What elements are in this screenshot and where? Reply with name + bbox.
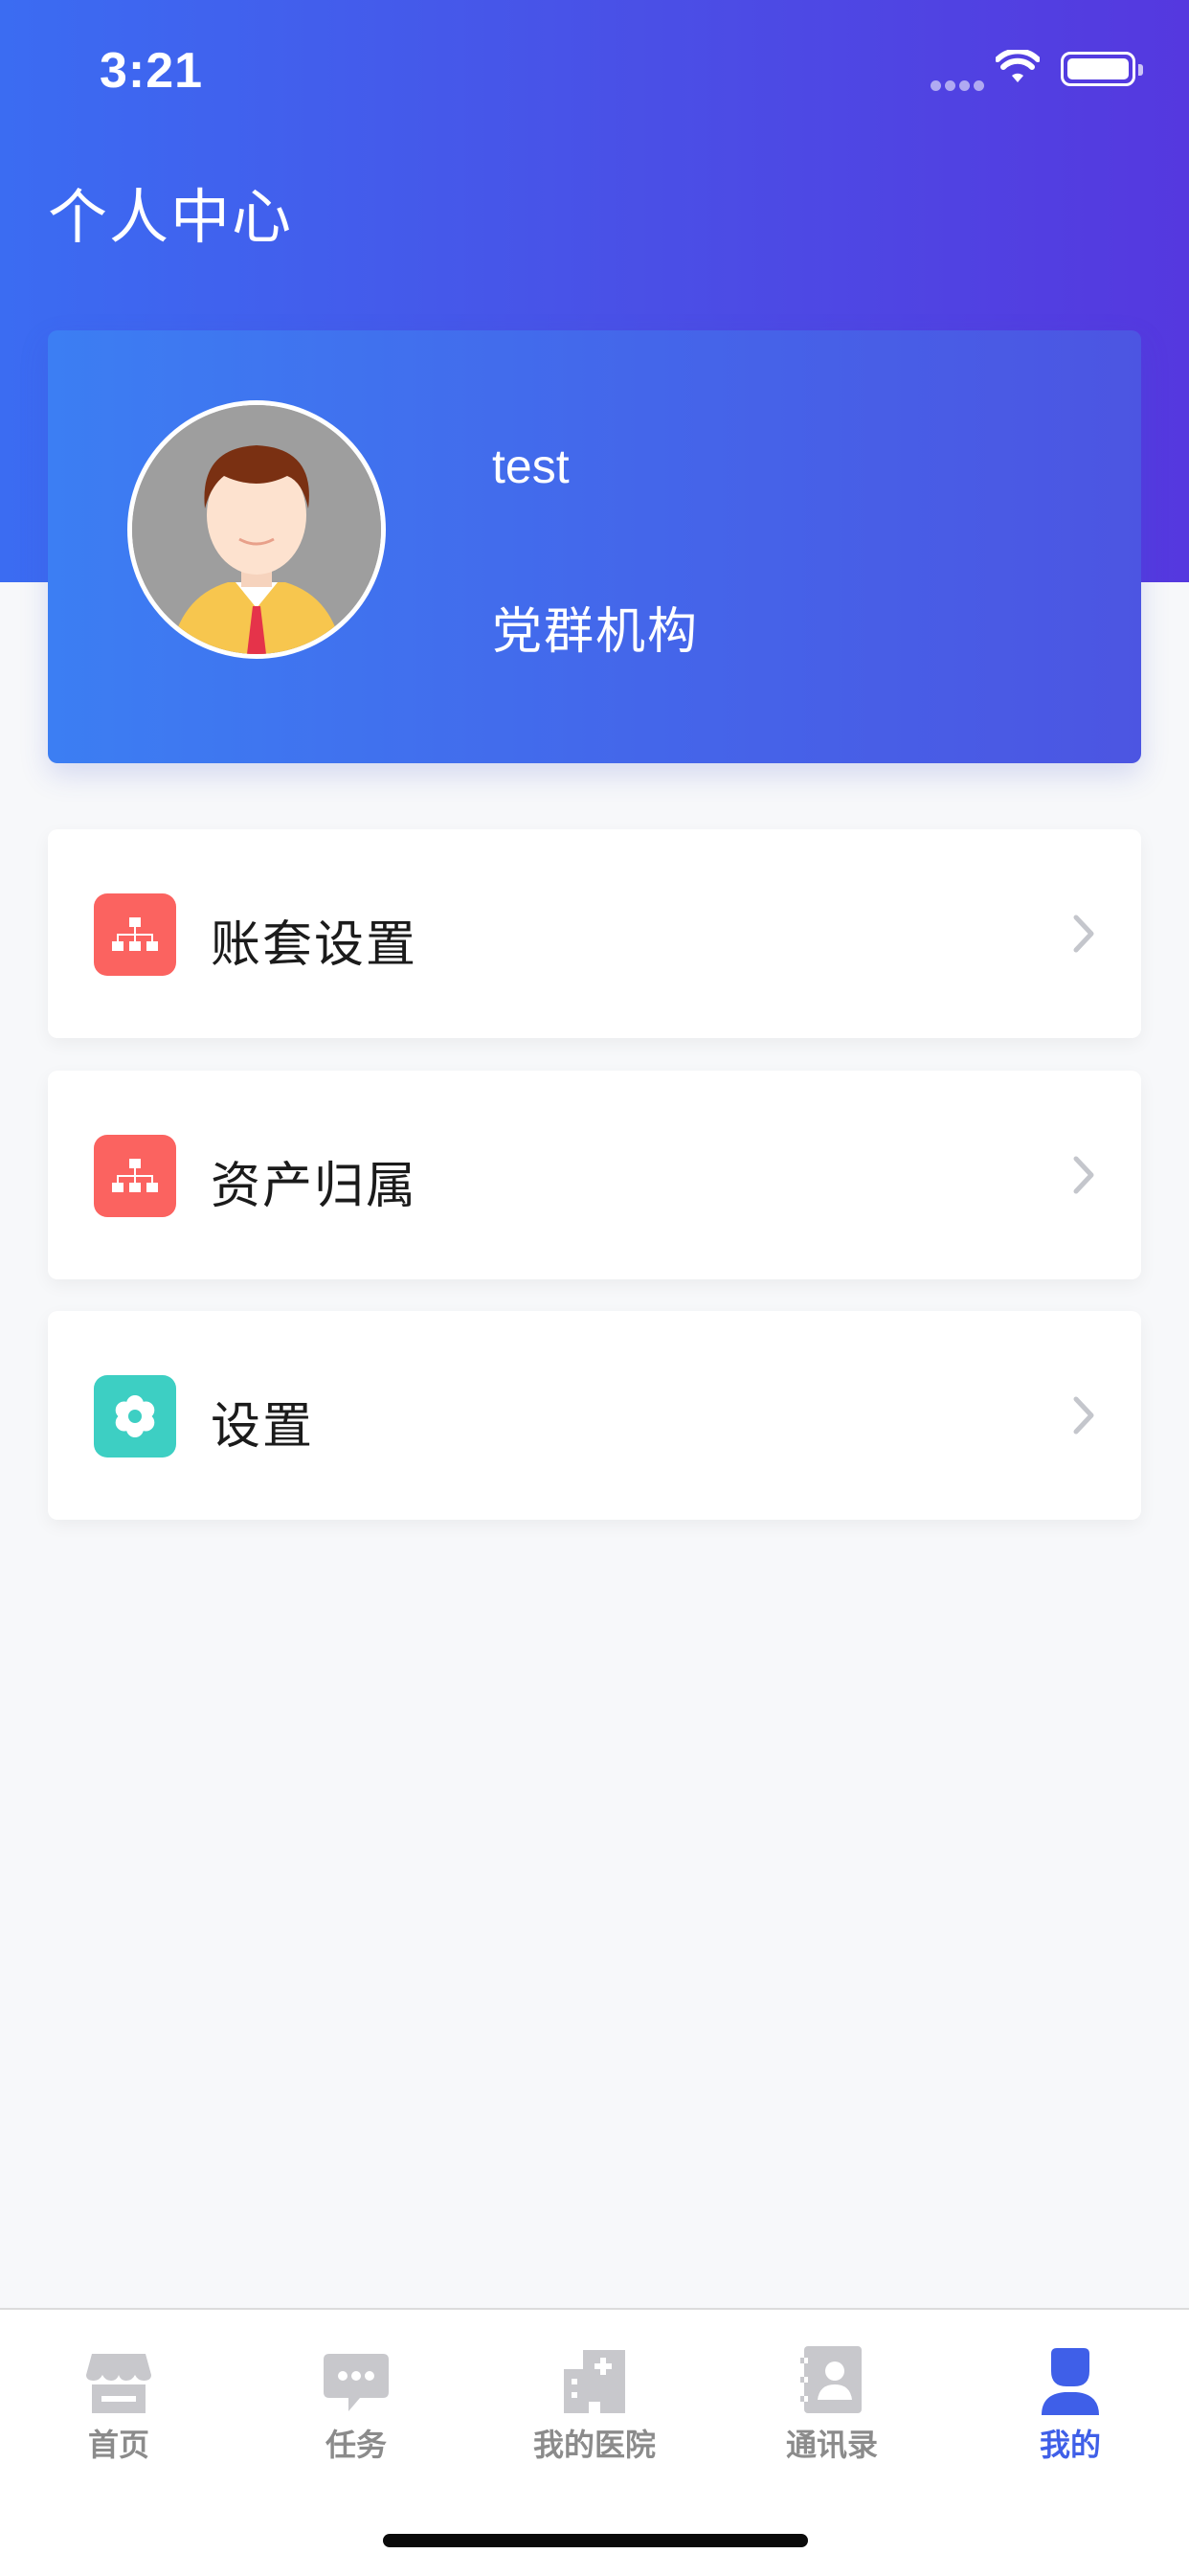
tab-home[interactable]: 首页	[0, 2333, 237, 2467]
status-bar: 3:21	[0, 0, 1189, 144]
menu-item-label: 账套设置	[211, 916, 418, 974]
tab-my-hospital[interactable]: 我的医院	[476, 2333, 713, 2467]
username: test	[492, 440, 570, 493]
menu-item-label: 设置	[211, 1398, 315, 1456]
store-icon	[0, 2333, 237, 2415]
avatar[interactable]	[127, 400, 386, 659]
user-icon	[952, 2333, 1189, 2415]
contacts-icon	[713, 2333, 951, 2415]
tab-label: 任务	[325, 2427, 387, 2463]
hospital-icon	[476, 2333, 713, 2415]
page-title: 个人中心	[48, 182, 294, 252]
menu-item-settings[interactable]: 设置	[48, 1311, 1141, 1520]
menu-item-asset-ownership[interactable]: 资产归属	[48, 1071, 1141, 1279]
org-chart-icon	[94, 1135, 176, 1217]
profile-card[interactable]: test 党群机构	[48, 330, 1141, 763]
org-chart-icon	[94, 893, 176, 976]
wifi-icon	[995, 48, 1041, 88]
tab-label: 我的	[1039, 2427, 1101, 2463]
battery-icon	[1061, 52, 1143, 86]
gear-icon	[94, 1375, 176, 1457]
home-indicator[interactable]	[383, 2534, 808, 2547]
tab-label: 我的医院	[532, 2427, 656, 2463]
tab-contacts[interactable]: 通讯录	[713, 2333, 951, 2467]
organization-name: 党群机构	[492, 603, 700, 661]
signal-icon	[931, 77, 988, 95]
chat-icon	[237, 2333, 475, 2415]
tab-label: 通讯录	[785, 2427, 878, 2463]
menu-item-label: 资产归属	[211, 1158, 418, 1215]
tab-label: 首页	[87, 2427, 149, 2463]
chevron-right-icon	[1072, 1395, 1095, 1439]
status-time: 3:21	[100, 43, 204, 99]
chevron-right-icon	[1072, 914, 1095, 958]
tab-tasks[interactable]: 任务	[237, 2333, 475, 2467]
chevron-right-icon	[1072, 1155, 1095, 1199]
menu-item-account-settings[interactable]: 账套设置	[48, 829, 1141, 1038]
tab-me[interactable]: 我的	[952, 2333, 1189, 2467]
